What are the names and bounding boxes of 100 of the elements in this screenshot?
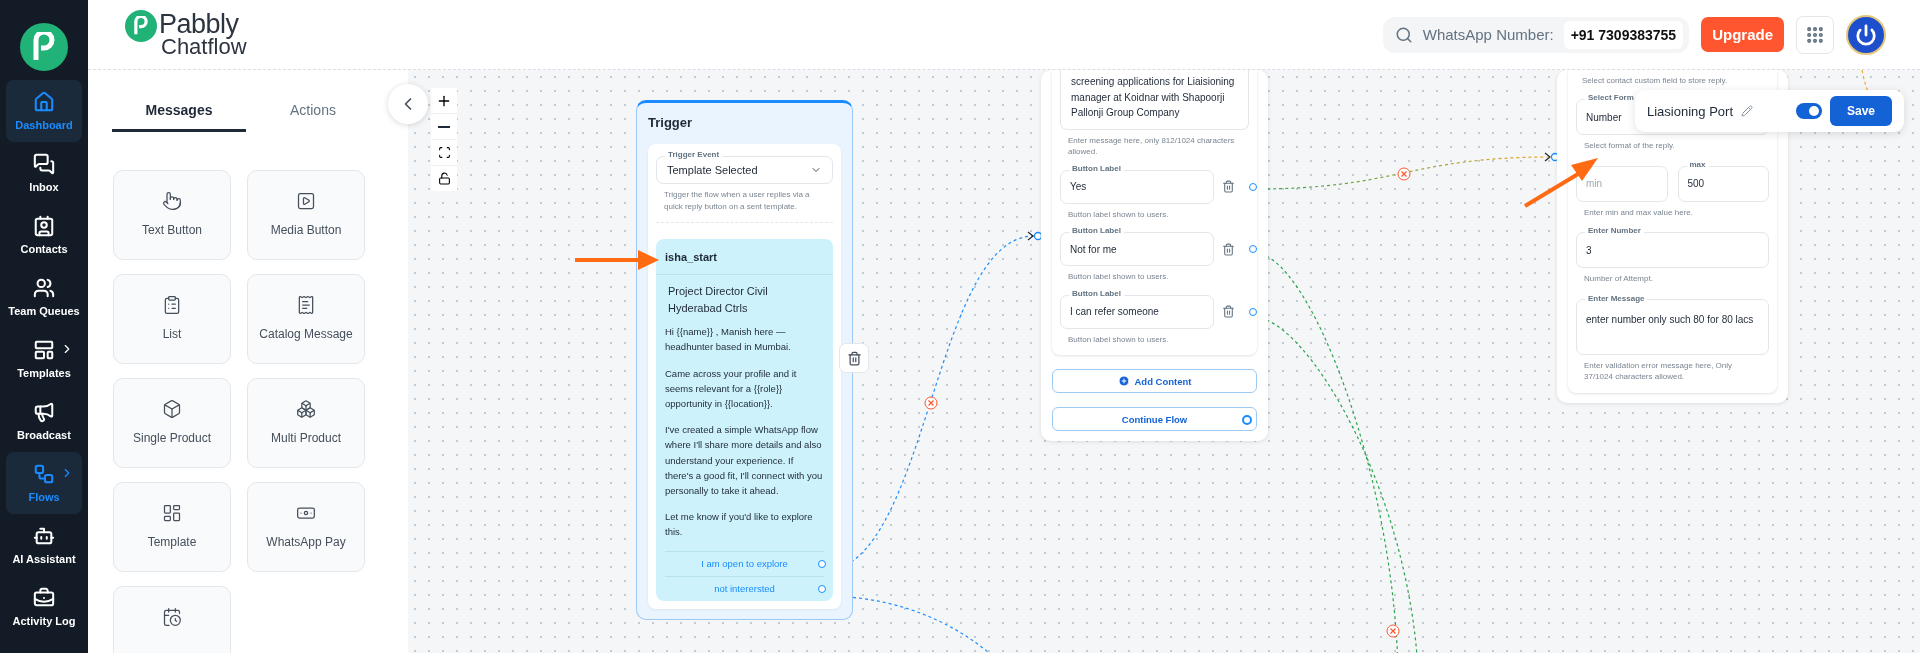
input-node[interactable]	[1557, 70, 1788, 403]
field-label: Enter Number	[1585, 226, 1644, 236]
field-label: Trigger Event	[665, 150, 723, 159]
helper-text: Button label shown to users.	[1068, 271, 1170, 283]
add-content-button[interactable]: Add Content	[1052, 369, 1257, 394]
plus-circle-icon	[1117, 375, 1130, 388]
node-title: Trigger	[648, 115, 694, 130]
helper-text: Button label shown to users.	[1068, 208, 1170, 221]
template-body-text: Hi {{name}} , Manish here — headhunter based in Mumbai.	[665, 325, 792, 355]
continue-flow-button[interactable]: Continue Flow	[1052, 407, 1257, 432]
trash-icon	[1222, 180, 1235, 194]
app-logo[interactable]	[20, 23, 68, 71]
field-label: Button Label	[1069, 163, 1124, 173]
flow-icon	[33, 463, 55, 485]
message-type-card[interactable]: Template	[113, 482, 231, 572]
message-type-card[interactable]: Text Button	[113, 170, 231, 260]
fit-view-button[interactable]	[431, 140, 457, 165]
contact-icon	[33, 215, 55, 237]
template-body-text: Let me know if you'd like to explore this.	[665, 510, 814, 540]
helper-text: Enter message here, only 812/1024 characters allowed.	[1068, 134, 1236, 158]
apps-button[interactable]	[1796, 15, 1834, 54]
remove-edge-icon[interactable]	[1386, 624, 1400, 638]
play-icon	[296, 191, 316, 211]
output-handle-icon[interactable]	[1242, 415, 1252, 426]
search-icon	[1394, 25, 1413, 44]
trash-icon	[1222, 242, 1235, 256]
save-button[interactable]: Save	[1829, 96, 1892, 126]
field-label: Button Label	[1069, 226, 1124, 236]
sidebar-item[interactable]: Team Queues	[6, 266, 82, 328]
zoom-in-button[interactable]	[431, 88, 457, 113]
field-label: Select Form	[1585, 93, 1637, 102]
helper-text: Enter validation error message here, Only 37/1024 characters allowed.	[1584, 359, 1734, 383]
trash-icon	[846, 350, 862, 366]
input-handle-icon[interactable]	[1027, 231, 1043, 241]
message-type-card[interactable]: WhatsApp Pay	[247, 482, 365, 572]
output-handle-icon[interactable]	[1249, 245, 1257, 254]
tab[interactable]: Actions	[246, 90, 380, 132]
trash-icon	[1222, 305, 1235, 319]
briefcase-icon	[33, 587, 55, 609]
lock-button[interactable]	[431, 166, 457, 191]
clipboard-list-icon	[162, 295, 182, 315]
message-type-card[interactable]: Multi Product	[247, 378, 365, 468]
toggle-switch[interactable]	[1795, 103, 1822, 119]
bot-icon	[33, 525, 55, 547]
helper-text: Trigger the flow when a user replies via a quick reply button on a sent template.	[664, 189, 811, 213]
avatar[interactable]	[1846, 14, 1886, 55]
sidebar-item[interactable]: Templates	[6, 328, 82, 390]
sidebar-item[interactable]: Contacts	[6, 204, 82, 266]
sidebar-item[interactable]: Activity Log	[6, 576, 82, 638]
message-type-card[interactable]: List	[113, 274, 231, 364]
template-name: isha_start	[656, 239, 833, 276]
whatsapp-number-field[interactable]: WhatsApp Number: +91 7309383755	[1382, 16, 1690, 53]
sidebar-item[interactable]: Dashboard	[6, 80, 82, 142]
output-handle-icon[interactable]	[1249, 182, 1257, 191]
brand-logo: Pabbly Chatflow	[125, 11, 247, 58]
receipt-icon	[296, 295, 316, 315]
message-node[interactable]	[1041, 70, 1268, 442]
fit-view-icon	[437, 146, 451, 159]
delete-button[interactable]	[839, 343, 869, 373]
helper-text: Select contact custom field to store reply.	[1581, 75, 1729, 85]
message-type-card[interactable]: Single Product	[113, 378, 231, 468]
template-body-text: I've created a simple WhatsApp flow where I'll share more details and also understand your experience. If there's a good fit, I'll connect with you personally to take it ahead.	[665, 423, 824, 498]
helper-text: Select format of the reply.	[1584, 140, 1676, 152]
helper-text: Button label shown to users.	[1068, 333, 1170, 346]
grid-icon	[1805, 24, 1825, 45]
template-body-text: Came across your profile and it seems relevant for a {{role}} opportunity in {{location}}.	[665, 366, 798, 412]
phone-number: +91 7309383755	[1563, 20, 1684, 49]
chat-icon	[33, 153, 55, 175]
select-value: Template Selected	[667, 164, 758, 176]
pencil-icon	[1741, 105, 1753, 117]
sidebar-item[interactable]: Inbox	[6, 142, 82, 204]
field-label: Button Label	[1069, 288, 1124, 298]
unlock-icon	[437, 172, 451, 185]
sidebar-item[interactable]: Broadcast	[6, 390, 82, 452]
output-handle-icon[interactable]	[1249, 307, 1257, 316]
helper-text: Number of Attempt.	[1584, 273, 1654, 285]
message-type-card[interactable]: Media Button	[247, 170, 365, 260]
box-icon	[162, 399, 182, 419]
zoom-out-button[interactable]	[431, 114, 457, 139]
power-icon	[1855, 23, 1877, 46]
message-type-card[interactable]: Catalog Message	[247, 274, 365, 364]
message-input[interactable]: screening applications for Liaisioning manager at Koidnar with Shapoorji Pallonji Group Company	[1060, 70, 1249, 130]
layout-icon	[162, 503, 182, 523]
remove-edge-icon[interactable]	[924, 396, 938, 410]
layout-icon	[33, 339, 55, 361]
people-icon	[33, 277, 55, 299]
minus-icon	[438, 125, 450, 128]
trigger-node[interactable]	[636, 100, 853, 620]
sidebar-item[interactable]: AI Assistant	[6, 514, 82, 576]
hand-pointer-icon	[162, 191, 182, 211]
template-header: Project Director Civil Hyderabad Ctrls	[667, 284, 769, 317]
node-name: Liasioning Port	[1647, 103, 1733, 119]
calendar-clock-icon	[162, 607, 182, 627]
tab[interactable]: Messages	[112, 90, 246, 132]
home-icon	[33, 91, 55, 113]
megaphone-icon	[33, 401, 55, 423]
sidebar-item[interactable]: Flows	[6, 452, 82, 514]
boxes-icon	[296, 399, 316, 419]
helper-text: Enter min and max value here.	[1584, 206, 1694, 219]
remove-edge-icon[interactable]	[1397, 167, 1411, 181]
